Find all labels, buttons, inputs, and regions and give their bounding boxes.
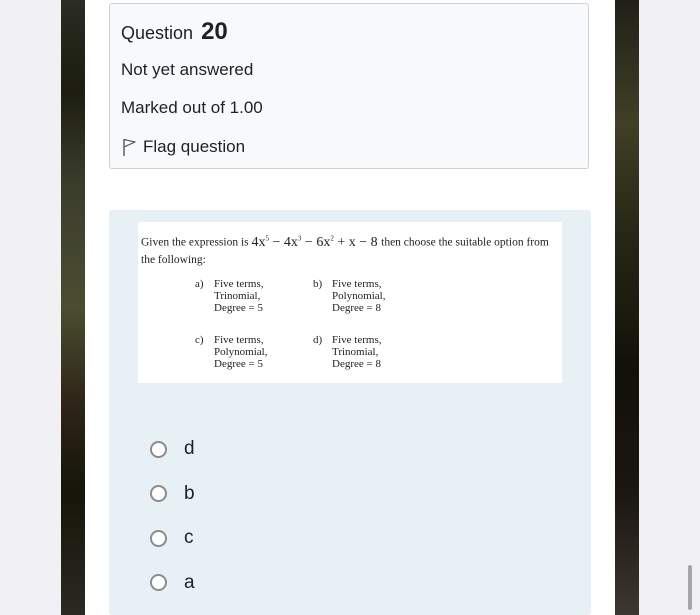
quiz-page: Question 20 Not yet answered Marked out … (85, 0, 615, 615)
question-grade: Marked out of 1.00 (121, 98, 263, 117)
answer-label: d (184, 438, 195, 460)
option-line: Trinomial, (332, 346, 379, 358)
background-strip-right (615, 0, 639, 615)
question-state: Not yet answered (121, 60, 254, 79)
option-line: Trinomial, (214, 290, 261, 302)
option-line: Degree = 8 (332, 302, 381, 314)
option-line: Degree = 5 (214, 358, 263, 370)
answer-option-a[interactable]: a (150, 561, 195, 606)
option-line: Degree = 8 (332, 358, 381, 370)
answer-label: a (184, 571, 195, 593)
option-label: a) (195, 278, 204, 290)
question-title: Question 20 (121, 18, 228, 46)
answer-label: b (184, 482, 195, 504)
option-line: Polynomial, (214, 346, 268, 358)
question-title-prefix: Question (121, 23, 194, 43)
option-line: Five terms, (214, 334, 264, 346)
expr-term-4: + x − 8 (333, 234, 378, 250)
question-image: Given the expression is 4x5 − 4x3 − 6x2 … (138, 222, 562, 383)
question-info-box: Question 20 Not yet answered Marked out … (109, 3, 589, 169)
expr-term-2: − 4x (269, 234, 298, 250)
flag-question-link[interactable]: Flag question (121, 137, 245, 157)
option-label: b) (313, 278, 323, 290)
answer-options: d b c a (150, 427, 195, 605)
option-line: Degree = 5 (214, 302, 263, 314)
radio-button[interactable] (150, 485, 167, 503)
radio-button[interactable] (150, 529, 167, 547)
option-line: Polynomial, (332, 290, 386, 302)
option-line: Five terms, (332, 334, 382, 346)
question-text: Given the expression is 4x5 − 4x3 − 6x2 … (141, 230, 559, 269)
question-number: 20 (201, 18, 228, 45)
radio-button[interactable] (150, 574, 167, 592)
answer-option-c[interactable]: c (150, 516, 195, 561)
option-line: Five terms, (214, 278, 264, 290)
flag-question-label: Flag question (143, 137, 246, 156)
option-label: d) (313, 334, 323, 346)
background-strip-left (61, 0, 85, 615)
expr-term-3: − 6x (301, 234, 331, 250)
option-label: c) (195, 334, 204, 346)
expr-term-1: 4x (251, 234, 266, 250)
scrollbar[interactable] (688, 565, 692, 610)
question-intro: Given the expression is (141, 236, 249, 249)
flag-icon (123, 138, 136, 156)
answer-option-b[interactable]: b (150, 472, 195, 517)
question-formulation: Given the expression is 4x5 − 4x3 − 6x2 … (109, 210, 591, 615)
radio-button[interactable] (150, 440, 167, 458)
expression: 4x5 − 4x3 − 6x2 + x − 8 (251, 234, 382, 250)
answer-option-d[interactable]: d (150, 427, 195, 472)
option-line: Five terms, (332, 278, 382, 290)
answer-label: c (184, 527, 194, 549)
